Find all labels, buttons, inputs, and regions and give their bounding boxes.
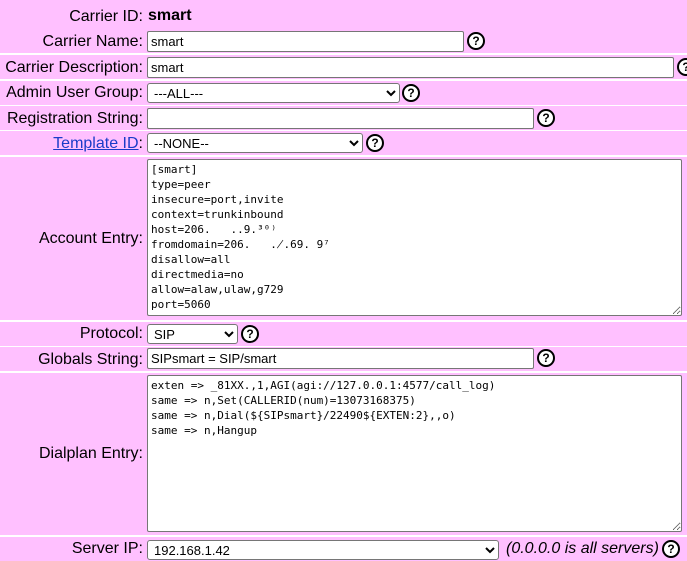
account-entry-row: Account Entry: [smart] type=peer insecur… <box>0 157 687 320</box>
help-icon[interactable]: ? <box>366 134 384 152</box>
server-ip-select[interactable]: 192.168.1.42 <box>147 540 499 560</box>
help-icon[interactable]: ? <box>402 84 420 102</box>
protocol-row: Protocol: SIP ? <box>0 322 687 346</box>
admin-user-group-row: Admin User Group: ---ALL--- ? <box>0 81 687 105</box>
help-icon[interactable]: ? <box>677 58 687 76</box>
account-entry-textarea[interactable]: [smart] type=peer insecure=port,invite c… <box>147 159 682 316</box>
help-icon[interactable]: ? <box>537 349 555 367</box>
globals-string-input[interactable] <box>147 348 534 369</box>
server-ip-row: Server IP: 192.168.1.42 (0.0.0.0 is all … <box>0 537 687 561</box>
dialplan-entry-row: Dialplan Entry: exten => _81XX.,1,AGI(ag… <box>0 373 687 535</box>
dialplan-entry-label: Dialplan Entry: <box>38 445 143 462</box>
protocol-select[interactable]: SIP <box>147 324 238 344</box>
globals-string-row: Globals String: ? <box>0 347 687 371</box>
carrier-name-input[interactable] <box>147 31 464 52</box>
admin-user-group-label: Admin User Group: <box>6 84 143 101</box>
template-id-label: Template ID: <box>53 135 143 153</box>
carrier-id-row: Carrier ID: smart <box>0 5 687 29</box>
globals-string-label: Globals String: <box>38 351 143 368</box>
admin-user-group-select[interactable]: ---ALL--- <box>147 83 400 103</box>
carrier-name-row: Carrier Name: ? <box>0 29 687 53</box>
help-icon[interactable]: ? <box>537 109 555 127</box>
template-id-link[interactable]: Template ID <box>53 135 138 152</box>
protocol-label: Protocol: <box>79 325 143 342</box>
account-entry-label: Account Entry: <box>38 230 143 247</box>
carrier-name-label: Carrier Name: <box>42 33 143 50</box>
template-id-colon: : <box>138 135 143 152</box>
carrier-id-label: Carrier ID: <box>69 8 143 25</box>
carrier-description-input[interactable] <box>147 57 674 78</box>
dialplan-entry-textarea[interactable]: exten => _81XX.,1,AGI(agi://127.0.0.1:45… <box>147 375 682 532</box>
help-icon[interactable]: ? <box>467 32 485 50</box>
server-ip-note: (0.0.0.0 is all servers) <box>506 540 659 557</box>
carrier-id-value: smart <box>148 7 192 24</box>
registration-string-input[interactable] <box>147 108 534 129</box>
registration-string-label: Registration String: <box>6 110 143 127</box>
carrier-description-label: Carrier Description: <box>5 59 143 76</box>
registration-string-row: Registration String: ? <box>0 106 687 130</box>
carrier-description-row: Carrier Description: ? <box>0 55 687 79</box>
template-id-select[interactable]: --NONE-- <box>147 133 363 153</box>
template-id-row: Template ID: --NONE-- ? <box>0 131 687 155</box>
help-icon[interactable]: ? <box>241 325 259 343</box>
server-ip-label: Server IP: <box>71 540 143 557</box>
help-icon[interactable]: ? <box>662 540 680 558</box>
